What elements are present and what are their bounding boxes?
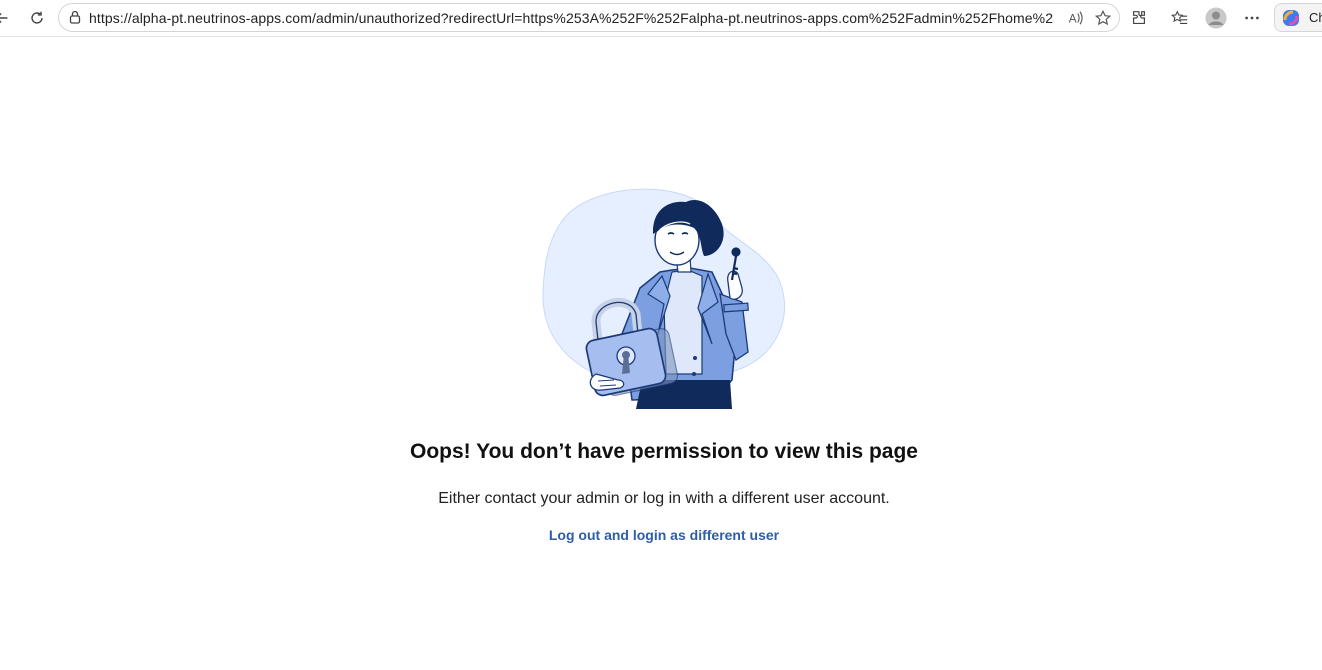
page-title: Oops! You don’t have permission to view … bbox=[410, 440, 918, 463]
favorite-star-icon[interactable] bbox=[1092, 7, 1114, 29]
copilot-icon bbox=[1283, 10, 1299, 26]
url-text[interactable]: https://alpha-pt.neutrinos-apps.com/admi… bbox=[89, 10, 1054, 26]
back-icon[interactable] bbox=[0, 4, 16, 32]
refresh-icon[interactable] bbox=[23, 4, 51, 32]
logout-link[interactable]: Log out and login as different user bbox=[549, 527, 779, 543]
svg-text:A: A bbox=[1069, 13, 1077, 26]
copilot-label: Ch bbox=[1309, 10, 1322, 25]
more-icon[interactable] bbox=[1238, 4, 1266, 32]
extensions-icon[interactable] bbox=[1125, 4, 1153, 32]
browser-toolbar: https://alpha-pt.neutrinos-apps.com/admi… bbox=[0, 0, 1322, 37]
copilot-button[interactable]: Ch bbox=[1274, 3, 1322, 32]
favorites-icon[interactable] bbox=[1166, 4, 1194, 32]
permission-illustration bbox=[542, 188, 785, 409]
profile-icon[interactable] bbox=[1202, 4, 1230, 32]
logout-link-container: Log out and login as different user bbox=[0, 527, 1322, 543]
lock-icon[interactable] bbox=[67, 9, 83, 25]
address-bar[interactable]: https://alpha-pt.neutrinos-apps.com/admi… bbox=[58, 3, 1120, 32]
page-content: Oops! You don’t have permission to view … bbox=[0, 37, 1322, 670]
read-aloud-icon[interactable]: A bbox=[1065, 7, 1087, 29]
page-subtitle: Either contact your admin or log in with… bbox=[438, 490, 890, 507]
